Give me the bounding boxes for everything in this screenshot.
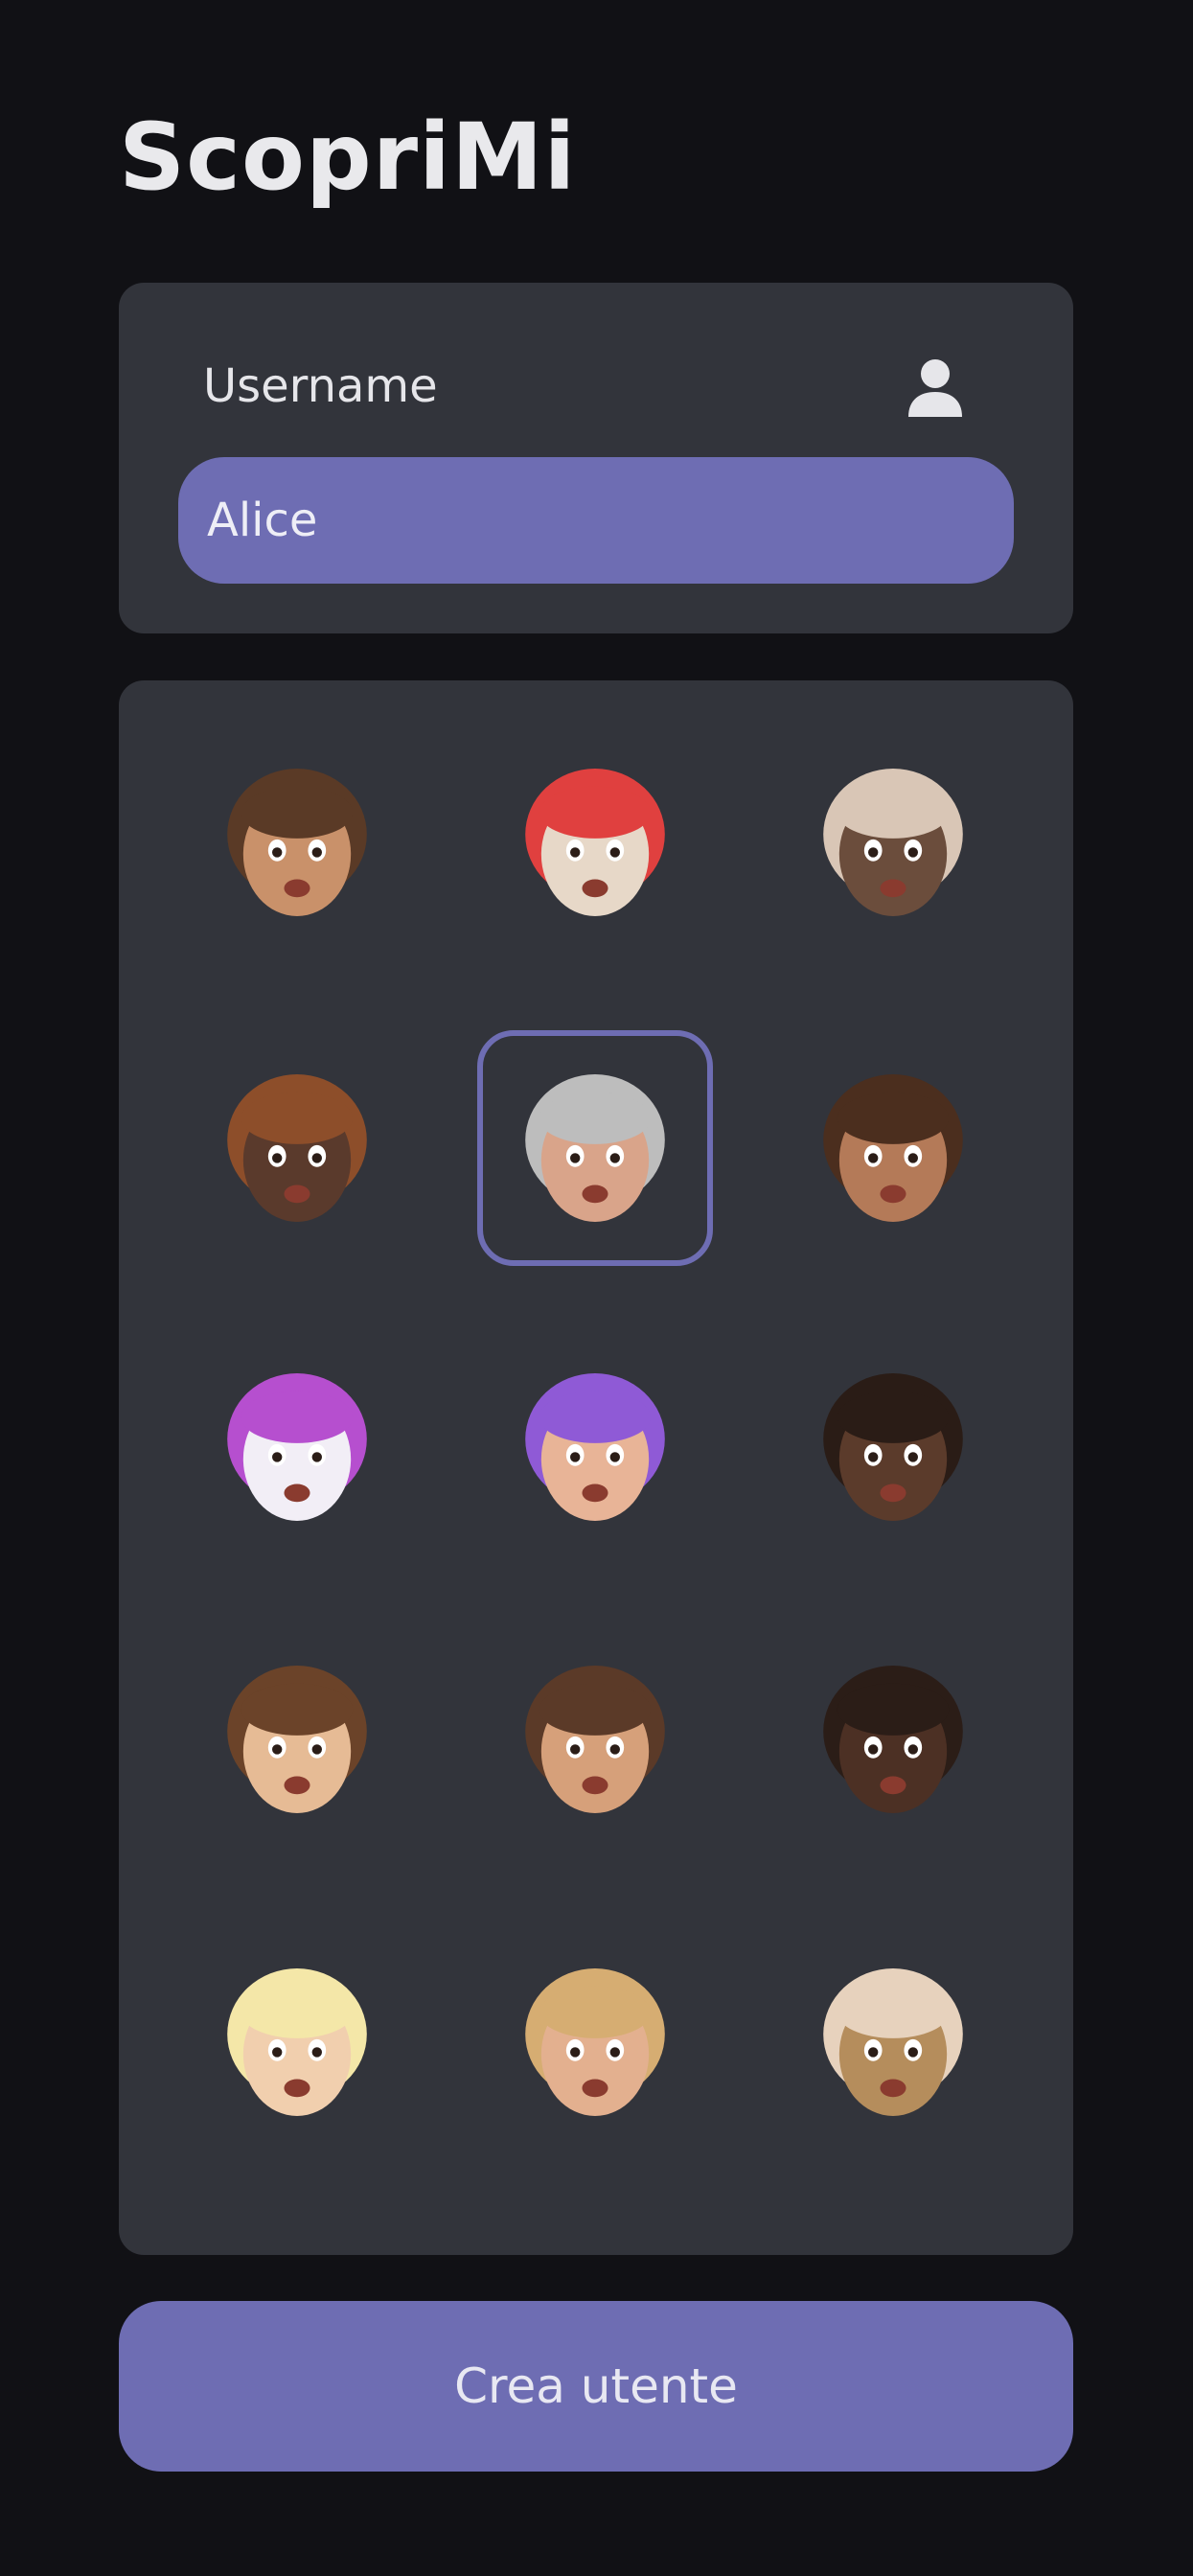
- person-icon: [906, 357, 964, 419]
- avatar-option[interactable]: [477, 1329, 713, 1565]
- create-user-button[interactable]: Crea utente: [119, 2301, 1073, 2472]
- avatar-option[interactable]: [775, 1924, 1011, 2160]
- avatar-option[interactable]: [179, 1622, 415, 1857]
- avatar-option[interactable]: [477, 1924, 713, 2160]
- avatar-option[interactable]: [775, 1622, 1011, 1857]
- avatar-option[interactable]: [179, 1924, 415, 2160]
- avatar-grid: [119, 680, 1073, 2255]
- avatar-option[interactable]: [477, 1030, 713, 1266]
- avatar-option[interactable]: [477, 724, 713, 960]
- avatar-option[interactable]: [179, 1329, 415, 1565]
- username-label: Username: [203, 359, 438, 413]
- username-card: Username: [119, 283, 1073, 633]
- username-input[interactable]: [178, 457, 1014, 584]
- avatar-option[interactable]: [477, 1622, 713, 1857]
- avatar-option[interactable]: [179, 1030, 415, 1266]
- page: ScopriMi Username Alice Crea utente: [0, 0, 1193, 2576]
- avatar-option[interactable]: [775, 1329, 1011, 1565]
- page-title: ScopriMi: [119, 104, 577, 211]
- avatar-option[interactable]: [775, 1030, 1011, 1266]
- avatar-option[interactable]: [179, 724, 415, 960]
- avatar-picker: [119, 680, 1073, 2255]
- avatar-option[interactable]: [775, 724, 1011, 960]
